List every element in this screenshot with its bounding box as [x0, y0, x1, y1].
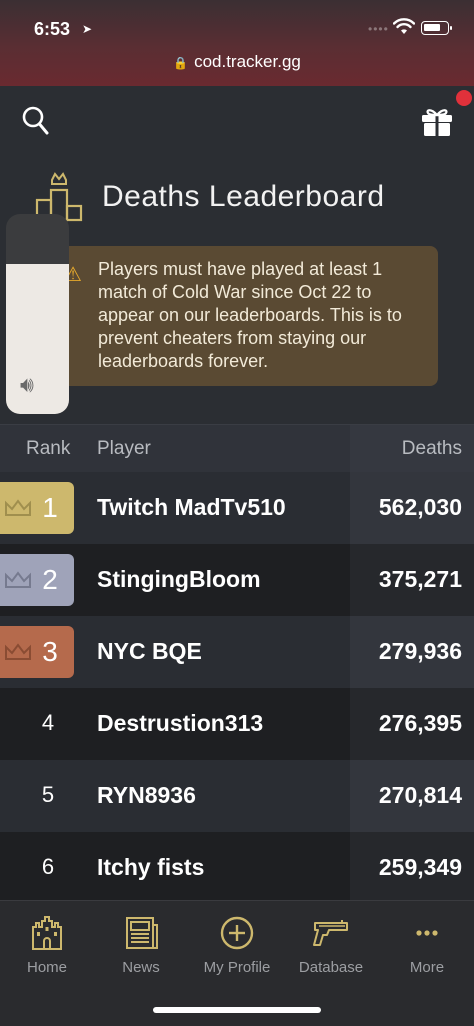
rank-number: 4 [41, 710, 55, 735]
nav-label: More [409, 959, 445, 976]
nav-news[interactable]: News [94, 913, 188, 976]
table-row[interactable]: 4 Destrustion313 276,395 [0, 688, 474, 760]
table-row[interactable]: 3 NYC BQE 279,936 [0, 616, 474, 688]
gift-icon[interactable] [420, 104, 454, 138]
gun-icon [313, 920, 348, 946]
castle-icon [32, 916, 62, 950]
deaths-column-bg: Deaths [350, 425, 474, 473]
page-content: Deaths Leaderboard ⚠ Players must have p… [0, 86, 474, 904]
url-bar[interactable]: 🔒 cod.tracker.gg [0, 52, 474, 72]
rank-number: 6 [41, 854, 55, 879]
crown-icon [5, 571, 31, 588]
browser-top-bar: 6:53 ➤ •••• 🔒 cod.tracker.gg [0, 0, 474, 86]
speaker-icon: 🔊︎ [20, 372, 34, 397]
deaths-value: 375,271 [378, 566, 462, 592]
rank-number: 3 [42, 636, 58, 667]
deaths-value: 259,349 [378, 854, 462, 880]
nav-home[interactable]: Home [0, 913, 94, 976]
deaths-value: 279,936 [378, 638, 462, 664]
more-icon [416, 930, 438, 936]
leaderboard-table: Rank Player Deaths 1 Twitch MadTv510 562… [0, 424, 474, 904]
deaths-value: 270,814 [378, 782, 462, 808]
rank-badge-silver: 2 [0, 554, 74, 606]
nav-database[interactable]: Database [284, 913, 378, 976]
home-indicator[interactable] [153, 1007, 321, 1013]
location-arrow-icon: ➤ [82, 22, 93, 36]
player-name[interactable]: Destrustion313 [97, 710, 263, 737]
nav-label: My Profile [203, 959, 271, 976]
eligibility-notice: ⚠ Players must have played at least 1 ma… [58, 246, 438, 386]
lock-icon: 🔒 [173, 56, 189, 70]
column-header-player[interactable]: Player [97, 438, 151, 460]
table-row[interactable]: 5 RYN8936 270,814 [0, 760, 474, 832]
deaths-value: 276,395 [378, 710, 462, 736]
page-header: Deaths Leaderboard [34, 172, 454, 224]
deaths-value: 562,030 [378, 494, 462, 520]
rank-badge-bronze: 3 [0, 626, 74, 678]
search-icon[interactable] [22, 106, 50, 136]
player-name[interactable]: Twitch MadTv510 [97, 494, 286, 521]
crown-icon [5, 643, 31, 660]
newspaper-icon [126, 917, 158, 949]
url-text: cod.tracker.gg [194, 52, 301, 71]
nav-label: Home [26, 959, 67, 976]
table-row[interactable]: 2 StingingBloom 375,271 [0, 544, 474, 616]
wifi-icon [393, 18, 415, 34]
page-title: Deaths Leaderboard [102, 180, 385, 213]
rank-badge-gold: 1 [0, 482, 74, 534]
volume-level-fill [6, 264, 69, 414]
table-header: Rank Player Deaths [0, 424, 474, 473]
plus-circle-icon [220, 916, 254, 950]
column-header-deaths[interactable]: Deaths [402, 438, 462, 460]
bottom-nav: Home News My Profile Database More [0, 900, 474, 1026]
notification-dot [456, 90, 472, 106]
status-time: 6:53 [34, 19, 71, 39]
nav-more[interactable]: More [380, 913, 474, 976]
rank-number: 1 [42, 492, 58, 523]
signal-icon: •••• [368, 22, 389, 36]
table-row[interactable]: 6 Itchy fists 259,349 [0, 832, 474, 904]
table-row[interactable]: 1 Twitch MadTv510 562,030 [0, 472, 474, 544]
nav-label: News [122, 959, 160, 976]
crown-icon [5, 499, 31, 516]
player-name[interactable]: RYN8936 [97, 782, 196, 809]
player-name[interactable]: NYC BQE [97, 638, 202, 665]
rank-number: 2 [42, 564, 58, 595]
player-name[interactable]: StingingBloom [97, 566, 261, 593]
rank-number: 5 [41, 782, 55, 807]
nav-my-profile[interactable]: My Profile [190, 913, 284, 976]
notice-text: Players must have played at least 1 matc… [98, 259, 402, 371]
volume-hud[interactable]: 🔊︎ [6, 214, 69, 414]
battery-icon [421, 21, 452, 35]
player-name[interactable]: Itchy fists [97, 854, 204, 881]
column-header-rank[interactable]: Rank [26, 438, 70, 460]
nav-label: Database [298, 959, 364, 976]
